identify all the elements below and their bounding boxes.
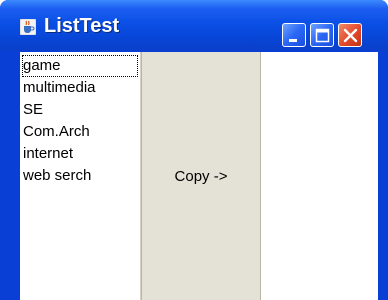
list-item[interactable]: Com.Arch	[22, 121, 138, 143]
content-panel: game multimedia SE Com.Arch internet web…	[20, 52, 378, 300]
minimize-button[interactable]	[282, 23, 306, 47]
list-item[interactable]: SE	[22, 99, 138, 121]
maximize-button[interactable]	[310, 23, 334, 47]
copy-button-label: Copy ->	[174, 167, 228, 185]
maximize-icon	[315, 28, 330, 43]
java-coffee-cup-icon[interactable]	[19, 18, 37, 36]
list-item[interactable]: web serch	[22, 165, 138, 187]
list-item[interactable]: internet	[22, 143, 138, 165]
application-window: ListTest game multimedia SE Com.Arch int…	[0, 0, 388, 300]
target-list[interactable]	[261, 52, 378, 300]
close-button[interactable]	[338, 23, 362, 47]
window-title: ListTest	[44, 15, 120, 37]
list-item[interactable]: multimedia	[22, 77, 138, 99]
title-bar[interactable]: ListTest	[0, 0, 388, 50]
close-icon	[343, 28, 358, 43]
list-item[interactable]: game	[22, 55, 138, 77]
source-list[interactable]: game multimedia SE Com.Arch internet web…	[20, 52, 141, 300]
minimize-icon	[289, 39, 297, 42]
copy-button[interactable]: Copy ->	[141, 52, 261, 300]
